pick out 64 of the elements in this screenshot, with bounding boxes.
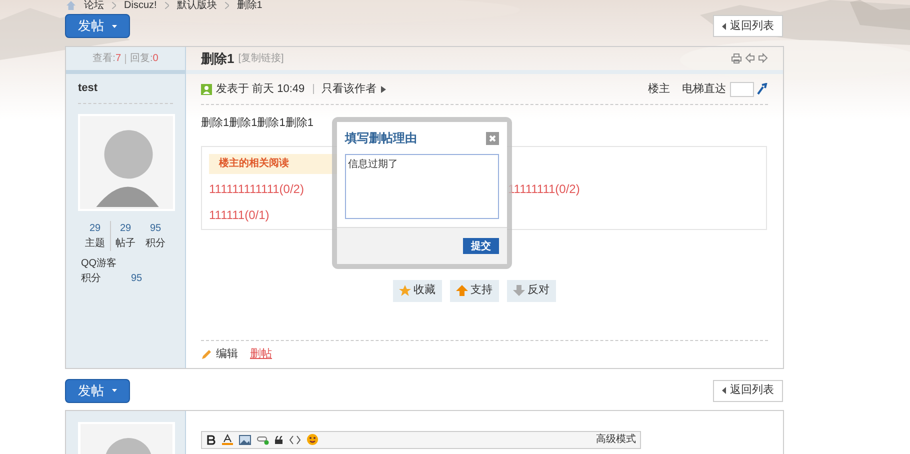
replies-count: 回复:0 [130, 52, 158, 66]
chevron-icon [112, 2, 116, 9]
pencil-icon [201, 348, 212, 360]
author-name[interactable]: test [78, 74, 173, 104]
post-time: 发表于 前天 10:49 [216, 82, 305, 97]
chevron-icon [164, 2, 169, 9]
close-icon[interactable] [486, 132, 499, 144]
up-arrow-icon [456, 285, 468, 296]
points-value: 95 [131, 272, 142, 286]
caret-icon [380, 86, 386, 92]
caret-icon [722, 387, 726, 394]
jump-label: 电梯直达 [682, 82, 726, 97]
count-value: 95 [150, 222, 162, 236]
avatar-icon [78, 114, 175, 211]
breadcrumb-link[interactable]: 论坛 [84, 0, 104, 11]
related-link[interactable]: 111111(0/1) [209, 206, 270, 224]
bold-icon[interactable] [206, 434, 216, 444]
breadcrumb-link[interactable]: 删除1 [236, 0, 262, 11]
post-button[interactable]: 发帖 [65, 14, 130, 38]
image-icon[interactable] [239, 434, 251, 444]
advanced-mode-link[interactable]: 高级模式 [596, 432, 636, 447]
reason-field[interactable]: 信息过期了 [345, 154, 499, 219]
font-color-icon[interactable] [222, 434, 233, 445]
user-group: QQ游客 [66, 256, 185, 271]
count-label: 帖子 [116, 236, 136, 251]
floor-input[interactable] [730, 82, 754, 96]
thread-title: 删除1 [201, 50, 234, 68]
code-icon[interactable] [289, 434, 301, 444]
back-to-list-button[interactable]: 返回列表 [713, 380, 783, 402]
related-link[interactable]: 11111111(0/2) [508, 180, 580, 198]
vote-button[interactable]: 收藏 [392, 280, 442, 302]
post-button[interactable]: 发帖 [65, 378, 130, 402]
print-icon[interactable] [731, 53, 742, 64]
points-label: 积分 [81, 272, 101, 286]
user-icon [201, 84, 212, 94]
breadcrumb-link[interactable]: Discuz! [124, 0, 157, 11]
smiley-icon[interactable] [307, 434, 318, 445]
star-icon [398, 285, 410, 296]
delete-link[interactable]: 删帖 [250, 346, 272, 362]
breadcrumb-link[interactable]: 默认版块 [176, 0, 217, 11]
down-arrow-icon [512, 285, 524, 296]
caret-icon [112, 389, 117, 392]
only-author-link[interactable]: 只看该作者 [322, 80, 377, 98]
vote-button[interactable]: 反对 [506, 280, 556, 302]
left-arrow-icon[interactable] [745, 53, 755, 63]
chevron-icon [224, 2, 229, 9]
views-count: 查看:7 [92, 52, 121, 66]
post-body: 删除1删除1删除1删除1 [201, 116, 314, 131]
count-value: 29 [89, 222, 101, 236]
floor-label: 楼主 [648, 82, 670, 97]
count-label: 主题 [85, 236, 105, 251]
vote-button[interactable]: 支持 [450, 280, 498, 302]
count-value: 29 [120, 222, 132, 236]
submit-button[interactable]: 提交 [463, 238, 499, 254]
go-icon[interactable] [756, 83, 768, 95]
link-icon[interactable] [257, 434, 269, 444]
dialog-title: 填写删帖理由 [345, 130, 417, 147]
back-to-list-button[interactable]: 返回列表 [713, 15, 783, 37]
count-label: 积分 [146, 237, 166, 251]
related-link[interactable]: 111111111111(0/2) [209, 180, 304, 198]
caret-icon [722, 22, 726, 30]
quote-icon[interactable] [275, 436, 283, 444]
right-arrow-icon[interactable] [758, 53, 768, 63]
edit-link[interactable]: 编辑 [216, 346, 238, 362]
